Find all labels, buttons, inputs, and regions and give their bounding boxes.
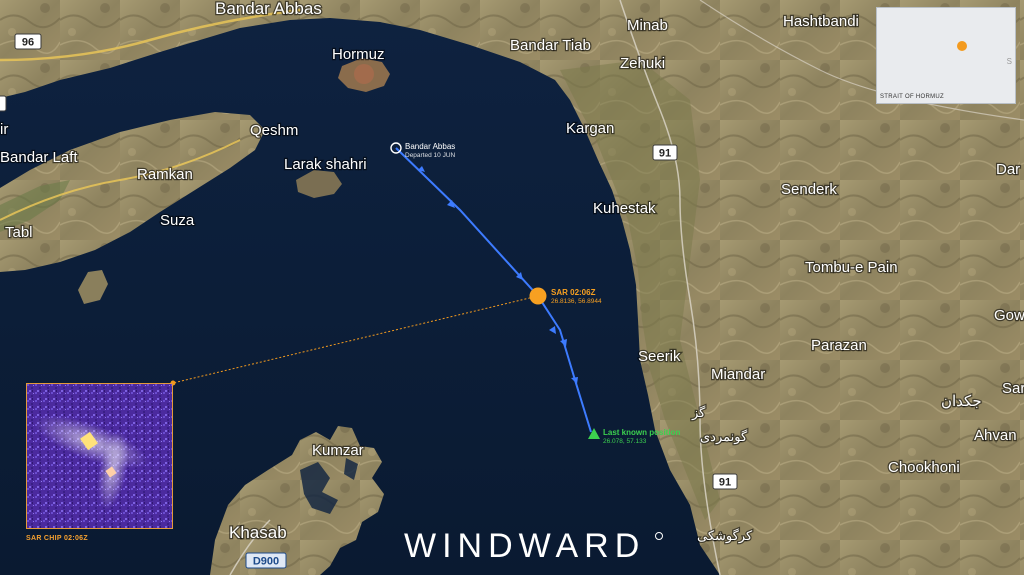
place-persian-1: جکدان: [941, 393, 982, 410]
last-known-coords: 26.078, 57.133: [603, 438, 647, 445]
brand-mark-icon: [655, 532, 663, 540]
place-chookhoni: Chookhoni: [888, 459, 960, 476]
sar-chip-graphic: [27, 384, 172, 528]
place-kumzar: Kumzar: [312, 442, 364, 459]
place-zehuki: Zehuki: [620, 55, 665, 72]
svg-text:96: 96: [22, 37, 34, 49]
sar-detection-marker[interactable]: [529, 287, 547, 305]
place-persian-3: گونمردی: [700, 429, 748, 445]
inset-location-dot: [957, 41, 967, 51]
place-sar: Sar: [1002, 380, 1024, 397]
place-bandar-abbas: Bandar Abbas: [215, 0, 322, 18]
place-ramkan: Ramkan: [137, 166, 193, 183]
place-persian-2: گز: [691, 405, 706, 421]
place-suza: Suza: [160, 212, 195, 229]
place-tombu: Tombu-e Pain: [805, 259, 898, 276]
road-shield-96: 96: [14, 33, 42, 50]
road-shield-d900: D900: [245, 552, 287, 569]
place-kuhestak: Kuhestak: [593, 200, 656, 217]
place-bandar-tiab: Bandar Tiab: [510, 37, 591, 54]
inset-region-label: STRAIT OF HORMUZ: [880, 94, 945, 100]
brand-logo: WINDWARD: [404, 527, 646, 565]
place-hormuz: Hormuz: [332, 46, 385, 63]
place-kargan: Kargan: [566, 120, 614, 137]
road-shield-edge: [0, 95, 7, 112]
sar-chip-image[interactable]: [26, 383, 173, 529]
svg-text:D900: D900: [253, 556, 279, 568]
place-minab: Minab: [627, 17, 668, 34]
place-tabl: Tabl: [5, 224, 33, 241]
svg-text:91: 91: [659, 148, 671, 160]
sar-chip-caption: SAR CHIP 02:06Z: [26, 535, 88, 542]
last-known-label: Last known position: [603, 428, 680, 437]
overview-inset-map[interactable]: S STRAIT OF HORMUZ: [876, 7, 1016, 104]
place-larak: Larak shahri: [284, 156, 367, 173]
place-hashtbandi: Hashtbandi: [783, 13, 859, 30]
place-persian-4: کرگوشکی: [697, 528, 753, 544]
place-parazan: Parazan: [811, 337, 867, 354]
svg-text:91: 91: [719, 477, 731, 489]
road-shield-91-south: 91: [712, 473, 738, 490]
place-bandar-laft: Bandar Laft: [0, 149, 78, 166]
place-seerik: Seerik: [638, 348, 681, 365]
place-ahvan: Ahvan: [974, 427, 1017, 444]
place-dar: Dar: [996, 161, 1020, 178]
place-gow: Gow: [994, 307, 1024, 324]
origin-name: Bandar Abbas: [405, 142, 455, 151]
place-senderk: Senderk: [781, 181, 837, 198]
origin-departed: Departed 10 JUN: [405, 152, 456, 159]
place-khasab: Khasab: [229, 523, 287, 542]
sar-coords: 26.8136, 56.8944: [551, 298, 602, 305]
road-shield-91-north: 91: [652, 144, 678, 161]
place-mir: ir: [0, 121, 8, 138]
hormuz-island-core: [354, 64, 374, 84]
place-qeshm: Qeshm: [250, 122, 298, 139]
sar-label: SAR 02:06Z: [551, 288, 596, 297]
place-miandar: Miandar: [711, 366, 765, 383]
inset-corner-label: S: [1006, 57, 1012, 66]
